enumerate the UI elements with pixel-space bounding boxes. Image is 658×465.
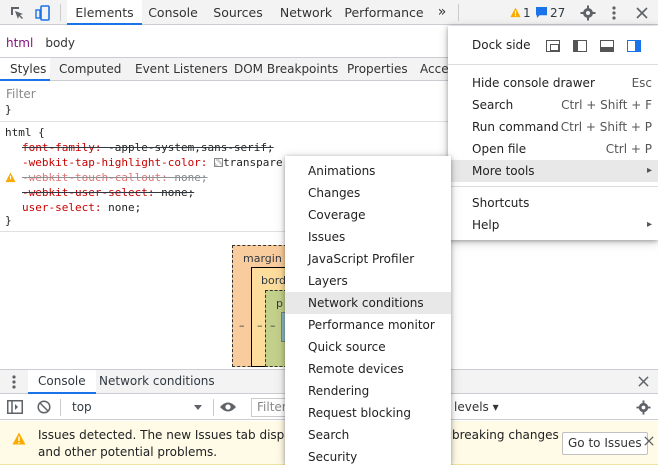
more-tabs-button[interactable]: » bbox=[432, 0, 452, 25]
message-icon bbox=[536, 7, 547, 18]
tab-computed[interactable]: Computed bbox=[59, 58, 121, 81]
console-settings-gear-icon[interactable] bbox=[636, 400, 651, 418]
dock-side-label: Dock side bbox=[472, 38, 531, 52]
issues-message-line-2: and other potential problems. bbox=[38, 445, 218, 459]
close-drawer-icon[interactable] bbox=[638, 376, 649, 390]
tab-console[interactable]: Console bbox=[142, 0, 204, 25]
margin-label: margin bbox=[243, 252, 282, 265]
more-tools-menu: Animations Changes Coverage Issues JavaS… bbox=[285, 156, 451, 465]
tab-network[interactable]: Network bbox=[272, 0, 340, 25]
tool-rendering[interactable]: Rendering bbox=[285, 380, 451, 402]
tool-javascript-profiler[interactable]: JavaScript Profiler bbox=[285, 248, 451, 270]
tab-dom-breakpoints[interactable]: DOM Breakpoints bbox=[234, 58, 338, 81]
tool-network-conditions[interactable]: Network conditions bbox=[285, 292, 451, 314]
log-levels-dropdown[interactable]: levels ▾ bbox=[454, 395, 499, 419]
tool-remote-devices[interactable]: Remote devices bbox=[285, 358, 451, 380]
tool-coverage[interactable]: Coverage bbox=[285, 204, 451, 226]
inspect-element-icon[interactable] bbox=[6, 0, 28, 25]
tab-styles[interactable]: Styles bbox=[0, 58, 50, 81]
tool-request-blocking[interactable]: Request blocking bbox=[285, 402, 451, 424]
css-rule-tap-highlight[interactable]: -webkit-tap-highlight-color: transpare bbox=[22, 156, 283, 169]
message-count: 27 bbox=[550, 5, 566, 20]
padding-label: p bbox=[276, 297, 283, 310]
menu-item-shortcuts[interactable]: Shortcuts bbox=[448, 192, 658, 214]
breadcrumb: html body bbox=[0, 32, 81, 54]
issues-message-line-1: Issues detected. The new Issues tab disp… bbox=[38, 428, 324, 442]
css-rule-webkit-user-select[interactable]: -webkit-user-select: none; bbox=[22, 186, 194, 199]
close-banner-icon[interactable] bbox=[644, 435, 654, 449]
show-sidebar-icon[interactable] bbox=[7, 400, 23, 417]
tab-properties[interactable]: Properties bbox=[347, 58, 408, 81]
message-counter[interactable]: 27 bbox=[536, 0, 565, 25]
dock-bottom-icon[interactable] bbox=[600, 40, 614, 52]
breadcrumb-html[interactable]: html bbox=[0, 32, 39, 54]
menu-item-help[interactable]: Help ▸ bbox=[448, 214, 658, 236]
dock-left-icon[interactable] bbox=[573, 40, 587, 52]
css-rule-font-family[interactable]: font-family: -apple-system,sans-serif; bbox=[22, 141, 274, 154]
margin-left-value: – bbox=[239, 319, 245, 332]
tool-layers[interactable]: Layers bbox=[285, 270, 451, 292]
css-rule-close: } bbox=[5, 214, 12, 227]
dock-right-icon[interactable] bbox=[627, 40, 641, 52]
customize-menu: Dock side Hide console drawer Esc Search C… bbox=[448, 26, 658, 240]
styles-filter-input[interactable] bbox=[0, 83, 200, 105]
issues-message-line-1-end: breaking changes bbox=[452, 428, 559, 442]
tool-changes[interactable]: Changes bbox=[285, 182, 451, 204]
warning-counter[interactable]: 1 bbox=[510, 0, 531, 25]
menu-item-hide-console-drawer[interactable]: Hide console drawer Esc bbox=[448, 72, 658, 94]
undock-icon[interactable] bbox=[546, 40, 560, 52]
menu-item-search[interactable]: Search Ctrl + Shift + F bbox=[448, 94, 658, 116]
customize-menu-icon[interactable] bbox=[606, 0, 622, 25]
padding-left-value: – bbox=[270, 319, 276, 332]
tool-quick-source[interactable]: Quick source bbox=[285, 336, 451, 358]
menu-item-more-tools[interactable]: More tools ▸ bbox=[448, 160, 658, 182]
menu-item-open-file[interactable]: Open file Ctrl + P bbox=[448, 138, 658, 160]
warning-icon bbox=[12, 432, 26, 445]
css-rule-user-select[interactable]: user-select: none; bbox=[22, 201, 141, 214]
color-swatch[interactable] bbox=[214, 158, 224, 167]
live-expression-eye-icon[interactable] bbox=[219, 401, 237, 416]
drawer-tab-console[interactable]: Console bbox=[28, 370, 96, 394]
tab-performance[interactable]: Performance bbox=[340, 0, 428, 25]
tool-issues[interactable]: Issues bbox=[285, 226, 451, 248]
device-toolbar-icon[interactable] bbox=[32, 0, 54, 25]
main-toolbar: Elements Console Sources Network Perform… bbox=[0, 0, 658, 25]
tab-elements[interactable]: Elements bbox=[67, 0, 142, 25]
tab-accessibility[interactable]: Acce bbox=[420, 58, 449, 81]
css-rule-touch-callout[interactable]: -webkit-touch-callout: none; bbox=[22, 171, 207, 184]
warning-icon bbox=[510, 7, 521, 18]
menu-item-run-command[interactable]: Run command Ctrl + Shift + P bbox=[448, 116, 658, 138]
chevron-down-icon bbox=[194, 405, 202, 410]
tool-animations[interactable]: Animations bbox=[285, 160, 451, 182]
prev-rule-close: } bbox=[5, 103, 12, 116]
tool-performance-monitor[interactable]: Performance monitor bbox=[285, 314, 451, 336]
styles-filter bbox=[0, 83, 450, 105]
warning-icon bbox=[5, 172, 16, 183]
context-selector-label: top bbox=[72, 400, 92, 414]
border-left-value: – bbox=[257, 319, 263, 332]
breadcrumb-body[interactable]: body bbox=[39, 32, 81, 54]
styles-pane-tabs: Styles Computed Event Listeners DOM Brea… bbox=[0, 57, 450, 81]
tab-event-listeners[interactable]: Event Listeners bbox=[135, 58, 228, 81]
tab-sources[interactable]: Sources bbox=[204, 0, 272, 25]
context-selector[interactable]: top bbox=[64, 395, 209, 419]
dock-side-buttons bbox=[546, 40, 646, 52]
go-to-issues-button[interactable]: Go to Issues bbox=[562, 432, 648, 455]
settings-gear-icon[interactable] bbox=[578, 0, 598, 25]
css-selector[interactable]: html { bbox=[5, 126, 45, 139]
tool-search[interactable]: Search bbox=[285, 424, 451, 446]
tool-security[interactable]: Security bbox=[285, 446, 451, 465]
border-label: bord bbox=[261, 274, 287, 287]
drawer-tab-network-conditions[interactable]: Network conditions bbox=[99, 370, 215, 394]
drawer-menu-icon[interactable] bbox=[6, 373, 22, 391]
clear-console-icon[interactable] bbox=[37, 400, 51, 417]
close-devtools-icon[interactable] bbox=[632, 0, 652, 25]
warning-count: 1 bbox=[523, 5, 531, 20]
